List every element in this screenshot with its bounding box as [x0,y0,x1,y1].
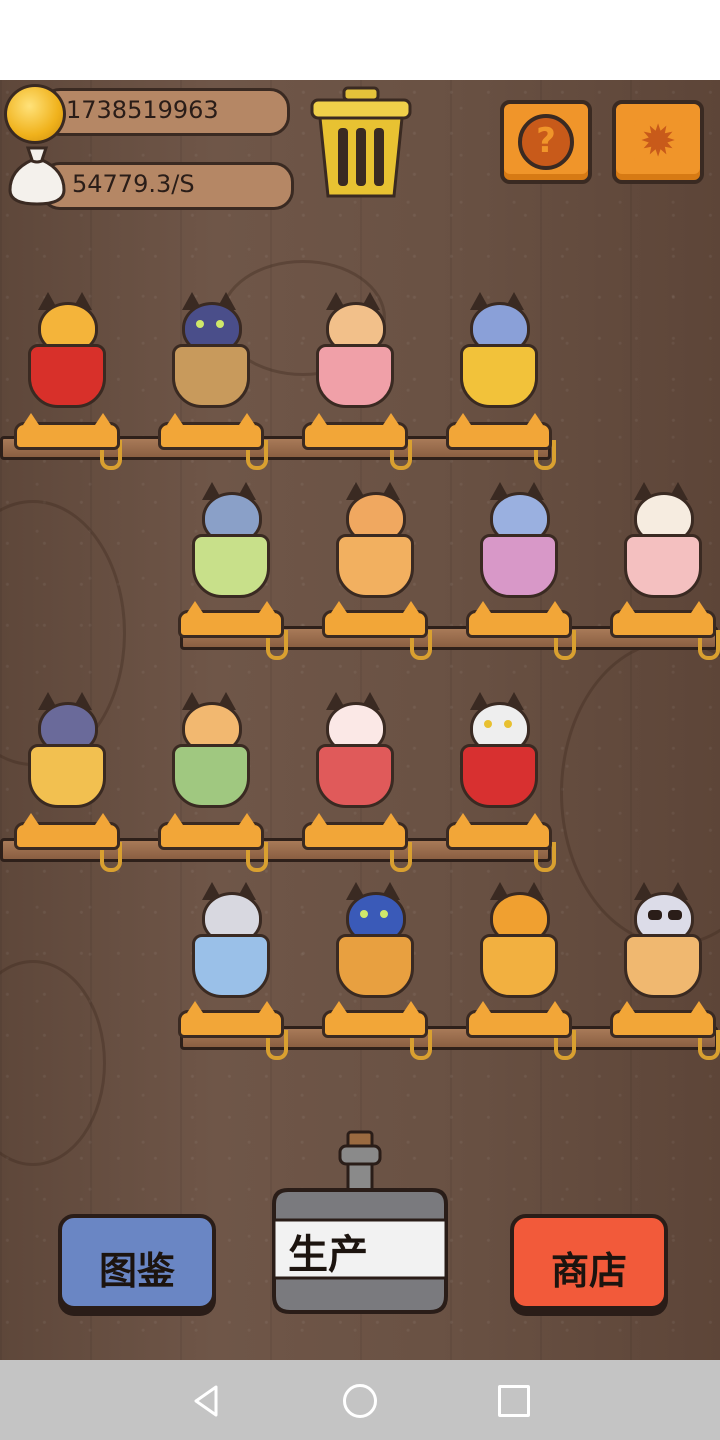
cat-pedestal [14,413,120,450]
cat-pedestal [466,601,572,638]
cat-pedestal [466,1001,572,1038]
collection-label: 图鉴 [98,1249,175,1293]
collection-button[interactable]: 图鉴 [58,1214,216,1310]
cat-pedestal [302,813,408,850]
cat-pedestal [178,1001,284,1038]
coin-amount: 1738519963 [66,96,219,124]
settings-button[interactable]: ✹ [612,100,704,184]
cat-blue-robe[interactable] [158,690,258,808]
gear-icon: ✹ [634,118,682,166]
status-bar-area [0,0,720,80]
cat-red-jacket[interactable] [446,690,546,808]
cat-cream-scarf[interactable] [302,290,402,408]
cat-pink-blossom[interactable] [302,690,402,808]
cat-red-hat[interactable] [322,480,422,598]
income-rate: 54779.3/S [72,170,195,198]
shop-button[interactable]: 商店 [510,1214,668,1310]
cat-twin-beer[interactable] [14,690,114,808]
cat-pedestal [610,601,716,638]
back-icon[interactable] [190,1384,224,1418]
cat-wizard-hat[interactable] [446,290,546,408]
cat-sombrero[interactable] [466,880,566,998]
trash-can-icon[interactable] [306,84,416,202]
cat-guitar[interactable] [610,480,710,598]
produce-label: 生产 [288,1232,368,1278]
cat-pedestal [322,601,428,638]
cat-pedestal [446,413,552,450]
money-bag-icon [8,146,66,206]
cat-sunflower[interactable] [178,480,278,598]
cat-pedestal [178,601,284,638]
cat-pedestal [302,413,408,450]
cat-pedestal [322,1001,428,1038]
cat-pedestal [14,813,120,850]
cat-green-owl[interactable] [158,290,258,408]
gold-coin-icon [4,84,66,144]
help-button[interactable]: ? [500,100,592,184]
home-icon[interactable] [343,1384,377,1418]
cat-pedestal [158,413,264,450]
cat-checker-hat[interactable] [178,880,278,998]
cat-blue-flower[interactable] [466,480,566,598]
recent-apps-icon[interactable] [498,1385,530,1417]
question-icon: ? [518,114,574,170]
cat-golden-crown[interactable] [14,290,114,408]
shop-label: 商店 [550,1249,627,1293]
cat-sunglasses[interactable] [610,880,710,998]
cat-pedestal [446,813,552,850]
cat-blue-mask[interactable] [322,880,422,998]
cat-pedestal [610,1001,716,1038]
cat-pedestal [158,813,264,850]
